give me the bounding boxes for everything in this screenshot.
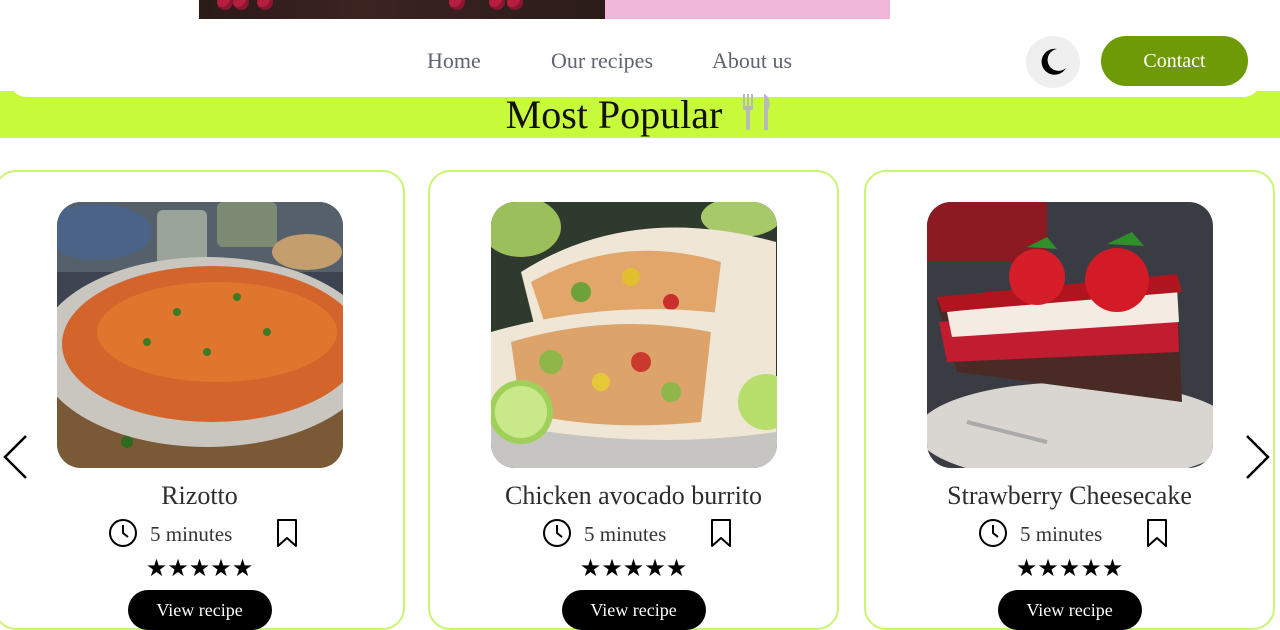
theme-toggle-button[interactable] [1026,36,1080,88]
recipe-image-rizotto[interactable] [56,202,343,468]
chevron-left-icon[interactable] [2,434,30,480]
view-recipe-button[interactable]: View recipe [997,590,1142,630]
recipe-title: Chicken avocado burrito [504,481,763,510]
hero-pink-image [605,0,890,19]
recipe-time: 5 minutes [1020,522,1103,546]
moon-icon [1041,48,1066,75]
rating-stars: ★★★★★ [579,556,688,582]
clock-icon [543,519,571,547]
recipe-image-chicken-avocado-burrito[interactable] [490,202,777,468]
clock-icon [109,519,137,547]
contact-button[interactable]: Contact [1101,36,1248,86]
hero-raspberry-image [199,0,605,19]
recipe-title: Strawberry Cheesecake [947,481,1192,510]
recipe-title: Rizotto [161,481,238,510]
rating-stars: ★★★★★ [1015,556,1124,582]
clock-icon [979,519,1007,547]
recipe-time: 5 minutes [150,522,233,546]
recipe-card: Chicken avocado burrito 5 minutes ★★★★★ … [428,170,839,630]
view-recipe-button[interactable]: View recipe [561,590,706,630]
recipe-meta: 5 minutes [866,518,1273,550]
section-title: Most Popular [0,94,1280,140]
recipe-time: 5 minutes [584,522,667,546]
chevron-right-icon[interactable] [1243,434,1271,480]
section-title-text: Most Popular [505,92,723,137]
recipe-meta: 5 minutes [430,518,837,550]
nav-link-about-us[interactable]: About us [712,48,792,74]
recipe-image-strawberry-cheesecake[interactable] [926,202,1213,468]
nav-link-home[interactable]: Home [427,48,481,74]
recipe-meta: 5 minutes [0,518,403,550]
hero-image-strip [199,0,890,19]
navbar: Home Our recipes About us Contact [10,19,1260,97]
bookmark-icon[interactable] [709,518,733,548]
rating-stars: ★★★★★ [145,556,254,582]
recipe-card: Rizotto 5 minutes ★★★★★ View recipe [0,170,405,630]
nav-link-our-recipes[interactable]: Our recipes [551,48,653,74]
view-recipe-button[interactable]: View recipe [127,590,272,630]
recipe-card: Strawberry Cheesecake 5 minutes ★★★★★ Vi… [864,170,1275,630]
bookmark-icon[interactable] [1145,518,1169,548]
bookmark-icon[interactable] [275,518,299,548]
fork-knife-icon [740,92,774,140]
